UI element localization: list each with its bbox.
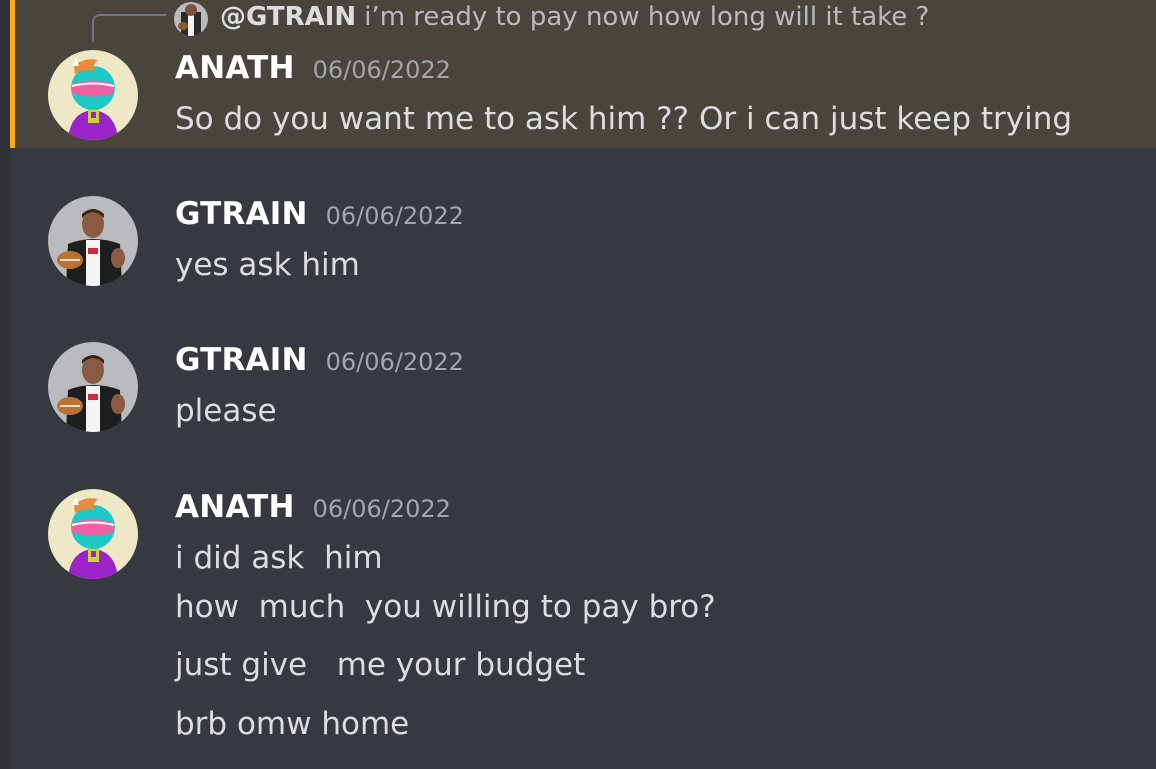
message-header: GTRAIN 06/06/2022: [175, 196, 464, 236]
message-header: ANATH 06/06/2022: [175, 489, 451, 529]
message-header: ANATH 06/06/2022: [175, 50, 451, 90]
timestamp[interactable]: 06/06/2022: [313, 56, 451, 84]
reply-avatar[interactable]: [174, 2, 208, 36]
gtrain-avatar-image: [48, 196, 138, 286]
gtrain-avatar-image: [48, 342, 138, 432]
timestamp[interactable]: 06/06/2022: [326, 202, 464, 230]
gtrain-mini-avatar-image: [174, 2, 208, 36]
avatar[interactable]: [48, 342, 138, 432]
username[interactable]: ANATH: [175, 489, 295, 525]
message-text: how much you willing to pay bro?: [175, 589, 716, 625]
anath-avatar-image: [48, 50, 138, 140]
message-text: So do you want me to ask him ?? Or i can…: [175, 101, 1073, 137]
reply-connector: [92, 14, 166, 42]
timestamp[interactable]: 06/06/2022: [326, 348, 464, 376]
reply-preview-text: i’m ready to pay now how long will it ta…: [364, 2, 930, 32]
anath-avatar-image: [48, 489, 138, 579]
reply-preview[interactable]: @GTRAIN i’m ready to pay now how long wil…: [220, 2, 929, 32]
message-text: yes ask him: [175, 247, 360, 283]
message-text: i did ask him: [175, 540, 383, 576]
avatar[interactable]: [48, 196, 138, 286]
left-sidebar-edge: [0, 0, 10, 769]
reply-mention[interactable]: @GTRAIN: [220, 2, 356, 32]
avatar[interactable]: [48, 50, 138, 140]
message-text: please: [175, 393, 277, 429]
timestamp[interactable]: 06/06/2022: [313, 495, 451, 523]
message-text: brb omw home: [175, 706, 410, 742]
mention-highlight-bar: [10, 0, 15, 148]
username[interactable]: GTRAIN: [175, 196, 308, 232]
username[interactable]: GTRAIN: [175, 342, 308, 378]
username[interactable]: ANATH: [175, 50, 295, 86]
message-header: GTRAIN 06/06/2022: [175, 342, 464, 382]
message-text: just give me your budget: [175, 647, 586, 683]
avatar[interactable]: [48, 489, 138, 579]
